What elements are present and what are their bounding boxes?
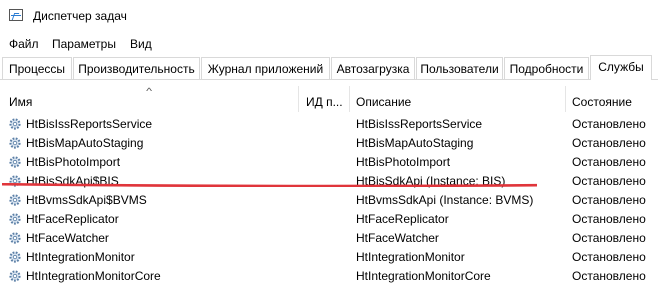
- service-description: HtBisMapAutoStaging: [356, 136, 474, 150]
- gear-icon: [9, 213, 21, 225]
- task-manager-icon: [9, 9, 23, 21]
- menu-bar: Файл Параметры Вид: [0, 33, 658, 53]
- column-separator[interactable]: [565, 86, 566, 112]
- gear-icon: [9, 137, 21, 149]
- service-status: Остановлено: [572, 212, 646, 226]
- table-row[interactable]: HtBisIssReportsService HtBisIssReportsSe…: [0, 115, 658, 134]
- gear-icon: [9, 156, 21, 168]
- table-row[interactable]: HtBisMapAutoStaging HtBisMapAutoStaging …: [0, 134, 658, 153]
- table-row[interactable]: HtFaceReplicator HtFaceReplicator Остано…: [0, 210, 658, 229]
- tab-startup[interactable]: Автозагрузка: [331, 57, 415, 79]
- tab-performance[interactable]: Производительность: [73, 57, 200, 79]
- title-bar: Диспетчер задач: [0, 0, 658, 32]
- tab-details[interactable]: Подробности: [504, 57, 589, 79]
- service-status: Остановлено: [572, 250, 646, 264]
- table-row[interactable]: HtIntegrationMonitorCore HtIntegrationMo…: [0, 267, 658, 286]
- column-separator[interactable]: [298, 86, 299, 112]
- column-separator[interactable]: [349, 86, 350, 112]
- menu-view[interactable]: Вид: [130, 37, 152, 51]
- table-row[interactable]: HtBisPhotoImport HtBisPhotoImport Остано…: [0, 153, 658, 172]
- table-row[interactable]: HtIntegrationMonitor HtIntegrationMonito…: [0, 248, 658, 267]
- service-name: HtFaceWatcher: [26, 231, 109, 245]
- service-status: Остановлено: [572, 269, 646, 283]
- tab-divider: [0, 79, 658, 80]
- service-name: HtBisPhotoImport: [26, 155, 121, 169]
- service-description: HtIntegrationMonitor: [356, 250, 465, 264]
- service-description: HtBisIssReportsService: [356, 117, 483, 131]
- service-status: Остановлено: [572, 117, 646, 131]
- highlight-underline: [2, 183, 537, 187]
- menu-options[interactable]: Параметры: [52, 37, 116, 51]
- tab-bar: Процессы Производительность Журнал прило…: [0, 55, 658, 80]
- table-row[interactable]: HtBisSdkApi$BIS HtBisSdkApi (Instance: B…: [0, 172, 658, 191]
- tab-app-history[interactable]: Журнал приложений: [201, 57, 330, 79]
- service-description: HtFaceReplicator: [356, 212, 449, 226]
- tab-services[interactable]: Службы: [590, 55, 652, 80]
- service-description: HtFaceWatcher: [356, 231, 439, 245]
- service-name: HtBisMapAutoStaging: [26, 136, 144, 150]
- gear-icon: [9, 270, 21, 282]
- tab-users[interactable]: Пользователи: [416, 57, 503, 79]
- table-row[interactable]: HtFaceWatcher HtFaceWatcher Остановлено: [0, 229, 658, 248]
- service-status: Остановлено: [572, 155, 646, 169]
- service-name: HtBisIssReportsService: [26, 117, 153, 131]
- tab-processes[interactable]: Процессы: [2, 57, 72, 79]
- service-status: Остановлено: [572, 193, 646, 207]
- gear-icon: [9, 251, 21, 263]
- column-header-pid[interactable]: ИД п...: [306, 95, 343, 109]
- service-name: HtFaceReplicator: [26, 212, 119, 226]
- service-name: HtIntegrationMonitor: [26, 250, 135, 264]
- service-status: Остановлено: [572, 136, 646, 150]
- service-status: Остановлено: [572, 231, 646, 245]
- column-header-status[interactable]: Состояние: [572, 95, 632, 109]
- service-name: HtIntegrationMonitorCore: [26, 269, 161, 283]
- column-header-description[interactable]: Описание: [356, 95, 411, 109]
- column-header-row: Имя ИД п... Описание Состояние: [0, 86, 658, 112]
- service-description: HtBisPhotoImport: [356, 155, 451, 169]
- table-row[interactable]: HtBvmsSdkApi$BVMS HtBvmsSdkApi (Instance…: [0, 191, 658, 210]
- gear-icon: [9, 118, 21, 130]
- gear-icon: [9, 194, 21, 206]
- window-title: Диспетчер задач: [33, 9, 127, 23]
- menu-file[interactable]: Файл: [9, 37, 39, 51]
- service-description: HtIntegrationMonitorCore: [356, 269, 491, 283]
- gear-icon: [9, 232, 21, 244]
- service-status: Остановлено: [572, 174, 646, 188]
- service-description: HtBvmsSdkApi (Instance: BVMS): [356, 193, 534, 207]
- column-header-name[interactable]: Имя: [9, 95, 32, 109]
- service-name: HtBvmsSdkApi$BVMS: [26, 193, 147, 207]
